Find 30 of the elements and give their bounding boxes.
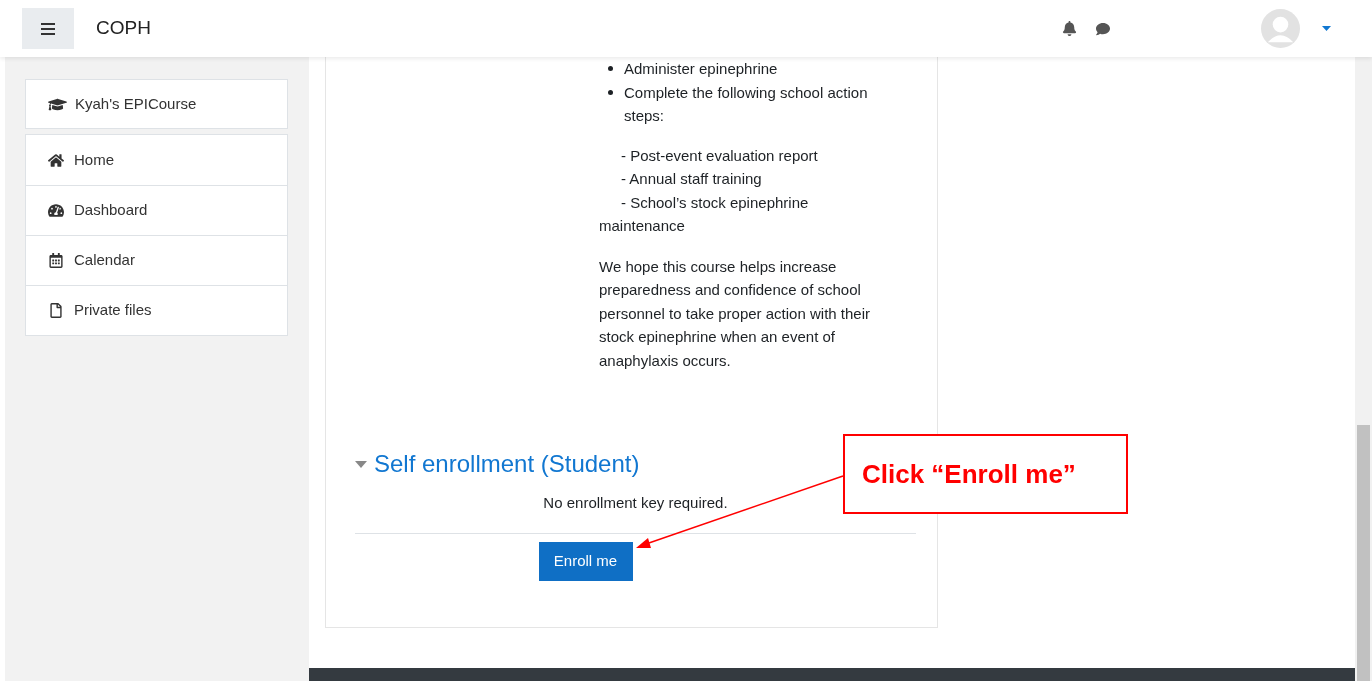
bullet-icon: [608, 66, 613, 71]
scrollbar-thumb[interactable]: [1357, 425, 1370, 681]
step-text: - Annual staff training: [620, 169, 763, 189]
dashboard-icon: [48, 203, 64, 218]
sidebar-item[interactable]: Home: [26, 135, 287, 185]
file-icon: [48, 303, 64, 318]
step-text: - Post-event evaluation report: [620, 145, 819, 166]
collapse-caret-icon[interactable]: [355, 460, 367, 468]
sidebar-item[interactable]: Dashboard: [26, 185, 287, 235]
graduation-cap-icon: [48, 96, 67, 112]
enrollment-note: No enrollment key required.: [543, 494, 728, 511]
menu-button[interactable]: [22, 8, 74, 49]
dropdown-caret-icon[interactable]: [1322, 26, 1331, 31]
notification-icon[interactable]: [1062, 21, 1077, 36]
course-link[interactable]: Kyah's EPICourse: [25, 79, 288, 129]
section-title[interactable]: Self enrollment (Student): [374, 446, 640, 482]
message-icon[interactable]: [1095, 21, 1111, 36]
sidebar-item[interactable]: Calendar: [26, 235, 287, 285]
menu-icon: [41, 22, 55, 35]
step-text: - School’s stock epinephrine maintenance: [599, 192, 810, 236]
bullet-text: Administer epinephrine: [624, 59, 778, 79]
course-description: We hope this course helps increase preparedness and confidence of school personnel to take proper action with their stock epinephrine when an event of anaphylaxis occurs.: [599, 256, 871, 371]
annotation-callout: Click “Enroll me”: [843, 434, 1128, 514]
bullet-text: Complete the following school action steps:: [624, 82, 869, 126]
site-name[interactable]: COPH: [96, 14, 151, 43]
home-icon: [48, 152, 64, 168]
bullet-icon: [608, 89, 613, 95]
sidebar-item[interactable]: Private files: [26, 285, 287, 335]
enroll-button[interactable]: Enroll me: [538, 541, 633, 581]
calendar-icon: [48, 253, 64, 268]
